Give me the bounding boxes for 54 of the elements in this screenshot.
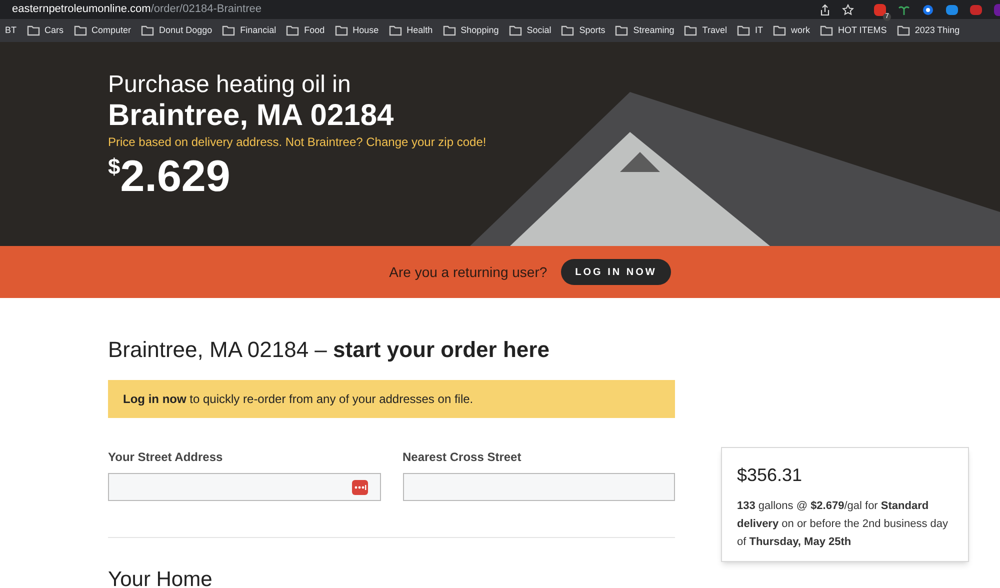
folder-icon	[141, 25, 154, 36]
hero-intro: Purchase heating oil in	[108, 70, 351, 99]
password-manager-icon[interactable]	[352, 480, 368, 494]
folder-icon	[26, 25, 40, 36]
bookmark-folder[interactable]: Cars	[26, 24, 64, 38]
extension-icon[interactable]	[922, 4, 934, 16]
bookmark-folder[interactable]: Social	[508, 24, 552, 38]
folder-icon	[684, 25, 698, 36]
field-label: Nearest Cross Street	[402, 449, 522, 464]
bookmark-folder[interactable]: Financial	[222, 24, 276, 38]
folder-icon	[442, 25, 456, 36]
folder-icon	[334, 25, 348, 36]
star-icon[interactable]	[842, 4, 854, 16]
bookmark-folder[interactable]: work	[772, 24, 810, 38]
returning-user-question: Are you a returning user?	[389, 262, 548, 282]
bookmark-link[interactable]: BT	[5, 24, 17, 38]
bookmark-folder[interactable]: Sports	[561, 24, 606, 38]
login-banner-text: Log in now to quickly re-order from any of your addresses on file.	[123, 391, 474, 408]
folder-icon	[388, 25, 402, 36]
price-note[interactable]: Price based on delivery address. Not Braintree? Change your zip code!	[108, 134, 486, 150]
section-heading: Your Home	[108, 567, 214, 588]
folder-icon	[286, 25, 300, 36]
order-heading: Braintree, MA 02184 – start your order here	[108, 336, 550, 364]
bookmark-folder[interactable]: Health	[388, 24, 433, 38]
bookmark-folder[interactable]: HOT ITEMS	[820, 24, 887, 38]
bookmark-folder[interactable]: Shopping	[442, 24, 499, 38]
order-details: 133 gallons @ $2.679/gal for Standard delivery on or before the 2nd business day of Thursday, May 25th	[737, 499, 949, 550]
input-field[interactable]	[402, 473, 675, 501]
folder-icon	[561, 25, 574, 36]
share-icon[interactable]	[820, 4, 830, 16]
bookmark-folder[interactable]: Travel	[684, 24, 727, 38]
bookmark-folder[interactable]: Donut Doggo	[141, 24, 212, 38]
bookmark-folder[interactable]: House	[334, 24, 379, 38]
folder-icon	[222, 25, 236, 36]
folder-icon	[508, 25, 522, 36]
folder-icon	[772, 25, 786, 36]
bookmark-folder[interactable]: Computer	[74, 24, 132, 38]
folder-icon	[74, 25, 87, 36]
url-text[interactable]: easternpetroleumonline.com/order/02184-Braintree	[12, 1, 262, 18]
folder-icon	[820, 25, 833, 36]
bookmark-folder[interactable]: Food	[286, 24, 325, 38]
bookmark-folder[interactable]: 2023 Thing	[896, 24, 960, 38]
folder-icon	[615, 25, 628, 36]
field-label: Your Street Address	[108, 449, 224, 464]
bookmark-folder[interactable]: IT	[736, 24, 763, 38]
order-total: $356.31	[737, 464, 804, 487]
folder-icon	[736, 25, 750, 36]
folder-icon	[896, 25, 910, 36]
bookmark-folder[interactable]: Streaming	[615, 24, 674, 38]
price-per-gallon: $2.629	[108, 152, 230, 202]
hero-location: Braintree, MA 02184	[108, 99, 394, 133]
plant-icon[interactable]	[898, 4, 910, 16]
log-in-button[interactable]: LOG IN NOW	[561, 259, 671, 285]
input-field[interactable]	[108, 473, 380, 501]
